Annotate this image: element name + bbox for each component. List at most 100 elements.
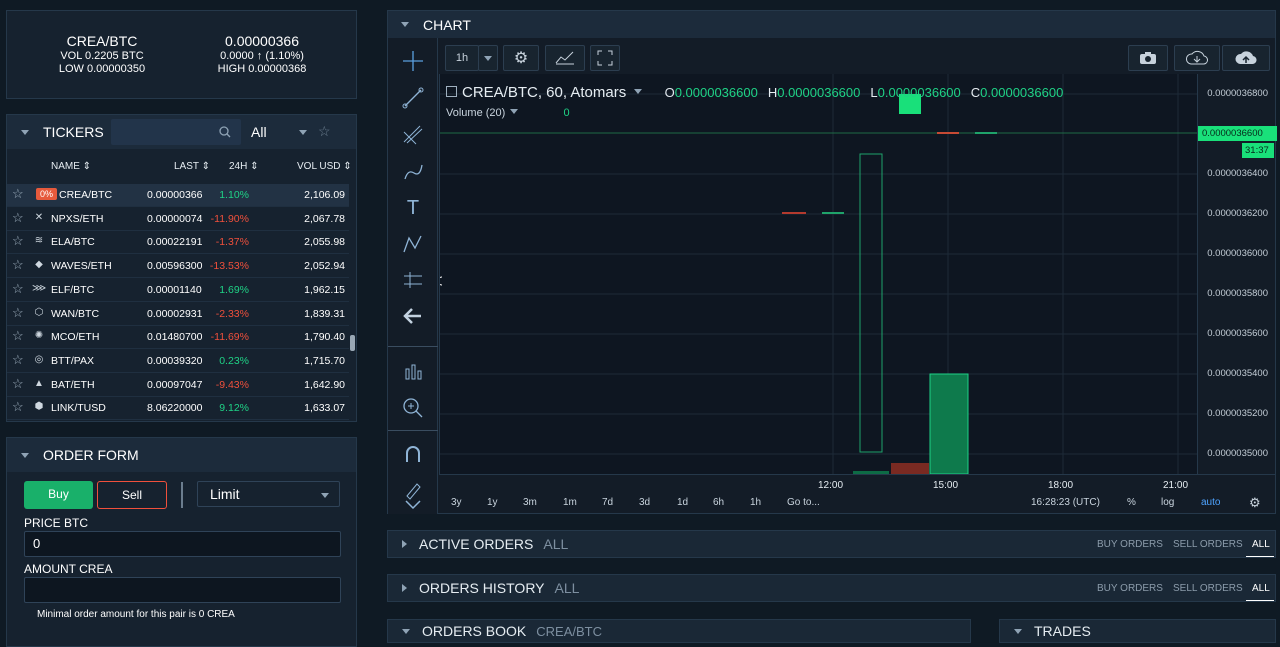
chevron-down-icon[interactable]: [510, 109, 519, 114]
chevron-down-icon[interactable]: [388, 494, 438, 516]
ticker-row[interactable]: ☆ ◆ WAVES/ETH 0.00596300 -13.53% 2,052.94: [7, 255, 349, 279]
range-button[interactable]: 1m: [563, 497, 577, 508]
range-button[interactable]: 3m: [523, 497, 537, 508]
collapse-icon[interactable]: [21, 452, 29, 458]
range-button[interactable]: 3y: [451, 497, 462, 508]
ticker-row[interactable]: ☆ ⬢ LINK/TUSD 8.06220000 9.12% 1,633.07: [7, 397, 349, 421]
collapse-icon[interactable]: [401, 22, 409, 27]
favorite-star-icon[interactable]: ☆: [12, 305, 24, 321]
interval-select[interactable]: 1h: [445, 45, 479, 71]
favorite-star-icon[interactable]: ☆: [12, 328, 24, 344]
ticker-filter-select[interactable]: All: [251, 124, 267, 140]
fullscreen-icon[interactable]: [590, 45, 620, 71]
indicators-icon[interactable]: [388, 354, 438, 390]
range-button[interactable]: 1d: [677, 497, 688, 508]
buy-orders-tab[interactable]: BUY ORDERS: [1097, 539, 1163, 550]
ticker-row[interactable]: ☆ ✺ MCO/ETH 0.01480700 -11.69% 1,790.40: [7, 326, 349, 350]
chevron-down-icon[interactable]: [634, 89, 643, 94]
ticker-row[interactable]: ☆ ≋ ELA/BTC 0.00022191 -1.37% 2,055.98: [7, 231, 349, 255]
sell-button[interactable]: Sell: [97, 481, 167, 509]
ticker-search-input[interactable]: [111, 119, 241, 145]
zoom-in-icon[interactable]: [388, 390, 438, 426]
range-button[interactable]: 3d: [639, 497, 650, 508]
price-axis[interactable]: 0.0000036800 0.0000036400 0.0000036200 0.00…: [1197, 74, 1277, 474]
symbol-label[interactable]: CREA/BTC, 60, Atomars: [462, 84, 626, 101]
all-orders-tab[interactable]: ALL: [1252, 583, 1270, 594]
favorite-star-icon[interactable]: ☆: [12, 399, 24, 415]
favorite-star-icon[interactable]: ☆: [12, 376, 24, 392]
interval-dropdown[interactable]: [478, 45, 498, 71]
range-button[interactable]: Go to...: [787, 497, 820, 508]
price-input[interactable]: 0: [24, 531, 341, 557]
filter-dropdown-icon[interactable]: [299, 130, 307, 135]
measure-icon[interactable]: [388, 262, 438, 298]
active-orders-bar[interactable]: ACTIVE ORDERS ALL BUY ORDERS SELL ORDERS…: [387, 530, 1276, 558]
trend-line-icon[interactable]: [388, 80, 438, 116]
range-button[interactable]: 6h: [713, 497, 724, 508]
settings-gear-icon[interactable]: ⚙: [503, 45, 539, 71]
buy-orders-tab[interactable]: BUY ORDERS: [1097, 583, 1163, 594]
magnet-icon[interactable]: [388, 436, 438, 472]
favorite-star-icon[interactable]: ☆: [12, 186, 24, 202]
sell-orders-tab[interactable]: SELL ORDERS: [1173, 539, 1243, 550]
last-price-tag: 0.0000036600: [1198, 126, 1277, 141]
ticker-row[interactable]: ☆ ✕ NPXS/ETH 0.00000074 -11.90% 2,067.78: [7, 208, 349, 231]
ticker-row[interactable]: ☆ ▲ BAT/ETH 0.00097047 -9.43% 1,642.90: [7, 374, 349, 397]
camera-icon[interactable]: [1128, 45, 1168, 71]
cloud-download-icon[interactable]: [1174, 45, 1220, 71]
orders-history-bar[interactable]: ORDERS HISTORY ALL BUY ORDERS SELL ORDER…: [387, 574, 1276, 602]
chart-plot-area[interactable]: CREA/BTC, 60, Atomars O0.0000036600 H0.00…: [439, 74, 1198, 474]
text-tool-icon[interactable]: T: [388, 190, 438, 226]
ticker-row[interactable]: ☆ ⬡ WAN/BTC 0.00002931 -2.33% 1,839.31: [7, 303, 349, 326]
buy-button[interactable]: Buy: [24, 481, 93, 509]
amount-input[interactable]: [24, 577, 341, 603]
ticker-scrollbar[interactable]: [350, 335, 355, 351]
trades-bar[interactable]: TRADES: [999, 619, 1276, 643]
favorite-star-icon[interactable]: ☆: [12, 210, 24, 226]
favorite-star-icon[interactable]: ☆: [12, 233, 24, 249]
ticker-row[interactable]: ☆ ◎ BTT/PAX 0.00039320 0.23% 1,715.70: [7, 350, 349, 373]
collapse-icon[interactable]: [402, 628, 410, 634]
coin-icon: ⬢: [34, 401, 44, 413]
col-vol-usd[interactable]: VOL USD ⇕: [297, 161, 352, 172]
sell-orders-tab[interactable]: SELL ORDERS: [1173, 583, 1243, 594]
ticker-change: -1.37%: [215, 236, 249, 249]
pattern-icon[interactable]: [388, 226, 438, 262]
volume-label[interactable]: Volume (20): [446, 107, 505, 119]
percent-toggle[interactable]: %: [1127, 497, 1136, 508]
favorite-star-icon[interactable]: ☆: [12, 281, 24, 297]
col-last[interactable]: LAST ⇕: [174, 161, 210, 172]
orders-book-bar[interactable]: ORDERS BOOK CREA/BTC: [387, 619, 971, 643]
log-toggle[interactable]: log: [1161, 497, 1174, 508]
range-button[interactable]: 1h: [750, 497, 761, 508]
col-name[interactable]: NAME ⇕: [51, 161, 91, 172]
crosshair-icon[interactable]: [388, 43, 438, 79]
cloud-upload-icon[interactable]: [1222, 45, 1270, 71]
favorite-star-icon[interactable]: ☆: [12, 352, 24, 368]
price-label: PRICE BTC: [24, 516, 89, 530]
y-tick-label: 0.0000035400: [1207, 368, 1268, 379]
ticker-row[interactable]: ☆ ⋙ ELF/BTC 0.00001140 1.69% 1,962.15: [7, 279, 349, 302]
favorites-star-icon[interactable]: ☆: [318, 123, 331, 140]
fib-retracement-icon[interactable]: [388, 117, 438, 153]
range-button[interactable]: 1y: [487, 497, 498, 508]
min-amount-hint: Minimal order amount for this pair is 0 …: [37, 609, 235, 620]
collapse-icon[interactable]: [1014, 628, 1022, 634]
ticker-row[interactable]: ☆ 0% CREA/BTC 0.00000366 1.10% 2,106.09: [7, 184, 349, 207]
indicators-button-icon[interactable]: [545, 45, 585, 71]
auto-toggle[interactable]: auto: [1201, 497, 1220, 508]
collapse-icon[interactable]: [21, 129, 29, 135]
favorite-star-icon[interactable]: ☆: [12, 257, 24, 273]
arrow-left-icon[interactable]: [388, 298, 438, 334]
all-orders-tab[interactable]: ALL: [1252, 539, 1270, 550]
range-button[interactable]: 7d: [602, 497, 613, 508]
expand-icon[interactable]: [402, 584, 407, 592]
ticker-volume: 1,962.15: [304, 283, 345, 296]
col-24h[interactable]: 24H ⇕: [229, 161, 259, 172]
brush-icon[interactable]: [388, 154, 438, 190]
order-type-select[interactable]: Limit: [197, 481, 340, 507]
collapse-legend-icon[interactable]: [446, 86, 457, 97]
chart-settings-gear-icon[interactable]: ⚙: [1249, 495, 1261, 511]
expand-icon[interactable]: [402, 540, 407, 548]
utc-clock[interactable]: 16:28:23 (UTC): [1031, 497, 1100, 508]
